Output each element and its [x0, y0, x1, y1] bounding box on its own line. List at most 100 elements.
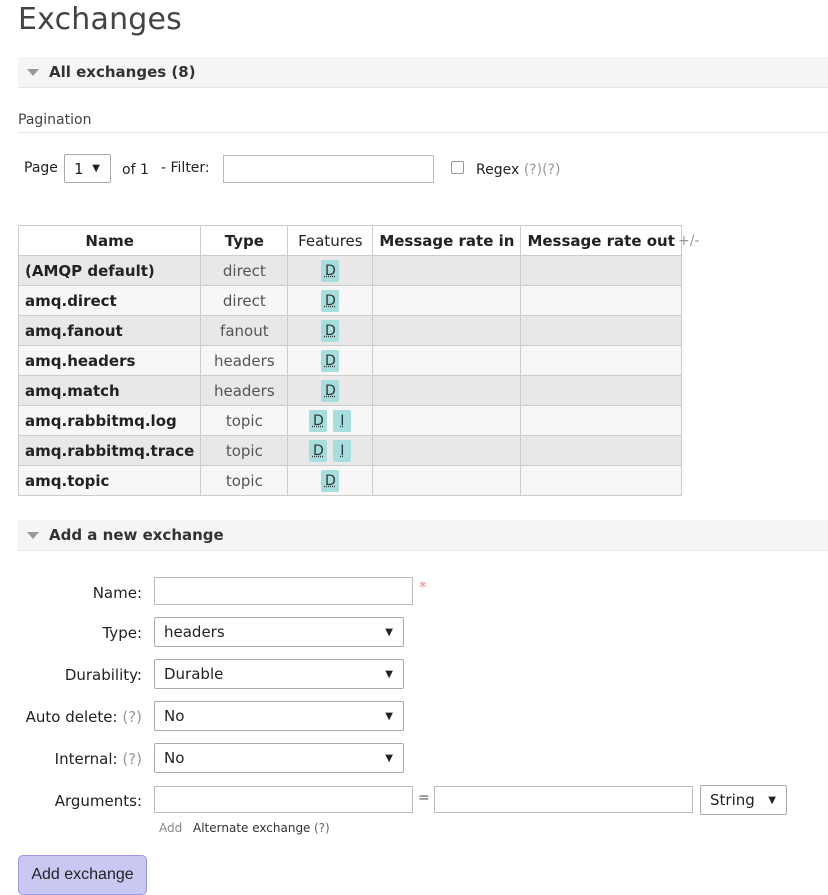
exchange-features-cell: D	[287, 465, 374, 496]
filter-input[interactable]	[223, 155, 434, 183]
exchange-features-cell: DI	[287, 405, 374, 436]
dropdown-arrow-icon: ▼	[385, 627, 393, 638]
rate-out-cell	[520, 285, 682, 316]
add-argument-link[interactable]: Add	[159, 821, 182, 835]
auto-delete-help-link[interactable]: (?)	[122, 708, 142, 726]
rate-in-cell	[372, 345, 522, 376]
exchange-name-link[interactable]: amq.rabbitmq.trace	[17, 435, 202, 466]
durable-feature-badge: D	[321, 319, 340, 342]
column-header-rate-in: Message rate in	[372, 225, 522, 256]
column-header-rate-out: Message rate out	[520, 225, 682, 256]
internal-feature-badge: I	[333, 439, 352, 462]
column-header-name[interactable]: Name	[17, 225, 202, 256]
exchange-features-cell: D	[287, 315, 374, 346]
durability-select[interactable]: Durable ▼	[154, 659, 404, 689]
required-marker: *	[419, 578, 427, 596]
exchange-name-input[interactable]	[154, 577, 413, 605]
exchange-features-cell: DI	[287, 435, 374, 466]
durability-value: Durable	[164, 665, 224, 683]
all-exchanges-title: All exchanges (8)	[49, 63, 196, 81]
argument-key-input[interactable]	[154, 786, 413, 813]
filter-label: - Filter:	[161, 160, 210, 176]
page-select-value: 1	[74, 160, 84, 178]
arguments-label: Arguments:	[54, 792, 142, 810]
durable-feature-badge: D	[309, 439, 328, 462]
table-row: amq.headers headers D	[17, 345, 682, 376]
regex-checkbox[interactable]	[451, 161, 464, 174]
exchange-name-link[interactable]: amq.match	[17, 375, 202, 406]
internal-value: No	[164, 749, 185, 767]
auto-delete-value: No	[164, 707, 185, 725]
exchange-features-cell: D	[287, 255, 374, 286]
rate-in-cell	[372, 465, 522, 496]
dropdown-arrow-icon: ▼	[92, 163, 100, 174]
exchange-name-link[interactable]: amq.topic	[17, 465, 202, 496]
durable-feature-badge: D	[321, 379, 340, 402]
add-exchange-section-header[interactable]: Add a new exchange	[18, 520, 828, 551]
durable-feature-badge: D	[309, 409, 328, 432]
argument-value-input[interactable]	[434, 786, 693, 813]
type-label: Type:	[102, 624, 142, 642]
dropdown-arrow-icon: ▼	[768, 795, 776, 806]
regex-help-link[interactable]: (?)(?)	[524, 162, 561, 178]
alternate-exchange-help-link[interactable]: (?)	[314, 821, 330, 835]
alternate-exchange-link[interactable]: Alternate exchange	[193, 821, 310, 835]
table-row: amq.direct direct D	[17, 285, 682, 316]
rate-in-cell	[372, 375, 522, 406]
rate-out-cell	[520, 435, 682, 466]
pagination-label: Pagination	[18, 112, 92, 128]
exchange-type-cell: headers	[200, 375, 289, 406]
exchange-name-link[interactable]: (AMQP default)	[17, 255, 202, 286]
internal-feature-badge: I	[333, 409, 352, 432]
table-row: amq.match headers D	[17, 375, 682, 406]
dropdown-arrow-icon: ▼	[385, 711, 393, 722]
auto-delete-text: Auto delete:	[25, 708, 118, 726]
argument-equals: =	[418, 790, 430, 806]
table-header-row: Name Type Features Message rate in Messa…	[17, 225, 682, 256]
exchange-name-link[interactable]: amq.rabbitmq.log	[17, 405, 202, 436]
durable-feature-badge: D	[321, 289, 340, 312]
exchange-type-cell: direct	[200, 255, 289, 286]
table-row: (AMQP default) direct D	[17, 255, 682, 286]
rate-in-cell	[372, 435, 522, 466]
durable-feature-badge: D	[321, 469, 340, 492]
exchange-features-cell: D	[287, 345, 374, 376]
argument-type-select[interactable]: String ▼	[700, 785, 787, 815]
rate-in-cell	[372, 285, 522, 316]
auto-delete-select[interactable]: No ▼	[154, 701, 404, 731]
regex-label: Regex (?)(?)	[476, 162, 560, 178]
internal-select[interactable]: No ▼	[154, 743, 404, 773]
exchange-type-select[interactable]: headers ▼	[154, 617, 404, 647]
exchange-name-link[interactable]: amq.fanout	[17, 315, 202, 346]
exchange-type-cell: headers	[200, 345, 289, 376]
add-exchange-button[interactable]: Add exchange	[18, 855, 147, 895]
page-select[interactable]: 1 ▼	[64, 154, 111, 183]
all-exchanges-section-header[interactable]: All exchanges (8)	[18, 57, 828, 88]
auto-delete-label: Auto delete: (?)	[26, 708, 142, 726]
page-label: Page	[24, 160, 58, 176]
durable-feature-badge: D	[321, 259, 340, 282]
internal-help-link[interactable]: (?)	[122, 750, 142, 768]
exchange-type-value: headers	[164, 623, 225, 641]
regex-text: Regex	[476, 162, 520, 178]
toggle-columns-link[interactable]: +/-	[678, 233, 700, 249]
rate-in-cell	[372, 405, 522, 436]
exchange-type-cell: topic	[200, 405, 289, 436]
add-exchange-title: Add a new exchange	[49, 526, 224, 544]
rate-out-cell	[520, 255, 682, 286]
page-title: Exchanges	[18, 2, 183, 37]
exchange-features-cell: D	[287, 375, 374, 406]
argument-type-value: String	[710, 791, 755, 809]
exchange-type-cell: topic	[200, 465, 289, 496]
exchange-type-cell: direct	[200, 285, 289, 316]
exchange-name-link[interactable]: amq.headers	[17, 345, 202, 376]
rate-in-cell	[372, 255, 522, 286]
exchange-name-link[interactable]: amq.direct	[17, 285, 202, 316]
internal-text: Internal:	[54, 750, 118, 768]
rate-out-cell	[520, 345, 682, 376]
durability-label: Durability:	[64, 666, 142, 684]
table-row: amq.fanout fanout D	[17, 315, 682, 346]
column-header-type[interactable]: Type	[200, 225, 289, 256]
durable-feature-badge: D	[321, 349, 340, 372]
exchange-features-cell: D	[287, 285, 374, 316]
